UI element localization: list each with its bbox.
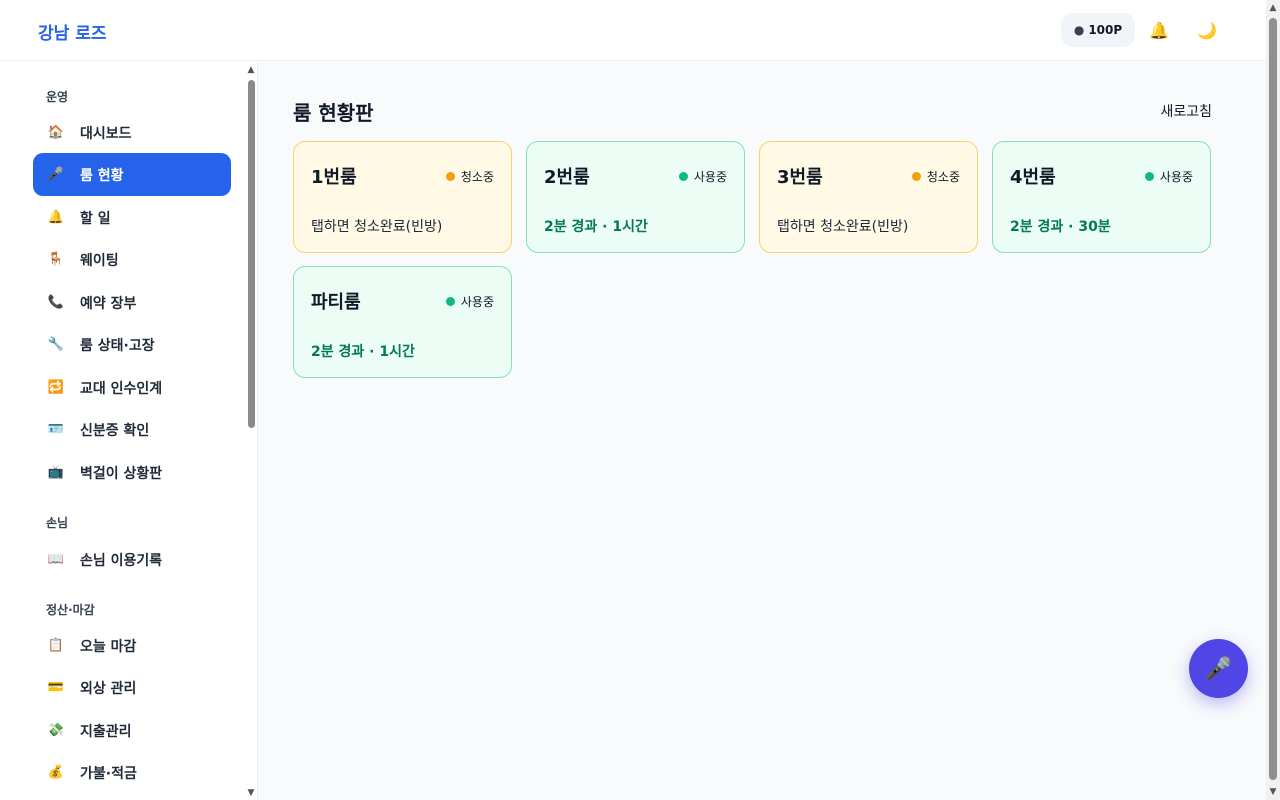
sidebar-scrollbar-thumb[interactable]: [248, 80, 255, 428]
room-name: 파티룸: [311, 292, 361, 313]
points-value: 100P: [1088, 23, 1123, 37]
sidebar-item-advance-savings[interactable]: 💰 가불·적금: [33, 751, 231, 794]
points-badge[interactable]: ● 100P: [1061, 13, 1135, 47]
sidebar-item-label: 룸 현황: [80, 167, 124, 184]
status-badge: 사용중: [445, 293, 494, 310]
sidebar-scroll-down-icon[interactable]: ▼: [246, 788, 256, 798]
sidebar: 운영 🏠 대시보드 🎤 룸 현황 🔔 할 일 🪑 웨이팅 📞 예약 장부 🔧 룸…: [0, 61, 258, 800]
sidebar-item-label: 룸 상태·고장: [80, 337, 155, 354]
status-badge: 청소중: [911, 168, 960, 185]
microphone-icon: 🎤: [47, 167, 65, 182]
sidebar-item-label: 할 일: [80, 210, 111, 227]
room-info: 2분 경과 · 1시간: [544, 219, 648, 235]
window-scrollbar-thumb[interactable]: [1269, 18, 1277, 780]
repeat-icon: 🔁: [47, 380, 65, 395]
status-text: 사용중: [460, 295, 494, 309]
bell-icon: 🔔: [47, 210, 65, 225]
status-dot-icon: [1144, 172, 1154, 181]
status-badge: 사용중: [1144, 168, 1193, 185]
refresh-button[interactable]: 새로고침: [1140, 100, 1212, 122]
sidebar-item-daily-close[interactable]: 📋 오늘 마감: [33, 624, 231, 667]
money-wings-icon: 💸: [47, 723, 65, 738]
brand-title[interactable]: 강남 로즈: [38, 19, 106, 44]
house-icon: 🏠: [47, 125, 65, 140]
window-scroll-up-icon[interactable]: ▲: [1268, 3, 1278, 13]
id-card-icon: 🪪: [47, 422, 65, 437]
room-card-2[interactable]: 2번룸 사용중 2분 경과 · 1시간: [526, 141, 745, 253]
microphone-icon: 🎤: [1204, 655, 1233, 681]
bell-icon[interactable]: 🔔: [1148, 19, 1170, 41]
clipboard-icon: 📋: [47, 638, 65, 653]
money-bag-icon: 💰: [47, 765, 65, 780]
sidebar-item-todo[interactable]: 🔔 할 일: [33, 196, 231, 239]
moon-icon[interactable]: 🌙: [1196, 19, 1218, 41]
status-text: 청소중: [460, 170, 494, 184]
section-label-guests: 손님: [46, 516, 69, 530]
status-dot-icon: [445, 297, 455, 306]
status-badge: 청소중: [445, 168, 494, 185]
room-name: 1번룸: [311, 167, 357, 188]
voice-mic-button[interactable]: 🎤: [1189, 639, 1248, 698]
page-title: 룸 현황판: [293, 101, 374, 125]
sidebar-item-label: 대시보드: [80, 125, 132, 142]
room-card-1[interactable]: 1번룸 청소중 탭하면 청소완료(빈방): [293, 141, 512, 253]
sidebar-item-label: 가불·적금: [80, 765, 137, 782]
room-card-party[interactable]: 파티룸 사용중 2분 경과 · 1시간: [293, 266, 512, 378]
sidebar-item-room-repair[interactable]: 🔧 룸 상태·고장: [33, 323, 231, 366]
status-badge: 사용중: [678, 168, 727, 185]
sidebar-item-shift-handover[interactable]: 🔁 교대 인수인계: [33, 366, 231, 409]
sidebar-item-label: 외상 관리: [80, 680, 137, 697]
sidebar-item-waiting[interactable]: 🪑 웨이팅: [33, 238, 231, 281]
status-dot-icon: [911, 172, 921, 181]
tv-icon: 📺: [47, 465, 65, 480]
window-scroll-down-icon[interactable]: ▼: [1268, 787, 1278, 797]
status-text: 사용중: [1159, 170, 1193, 184]
sidebar-item-expenses[interactable]: 💸 지출관리: [33, 709, 231, 752]
sidebar-item-label: 교대 인수인계: [80, 380, 163, 397]
status-text: 사용중: [693, 170, 727, 184]
status-text: 청소중: [926, 170, 960, 184]
room-name: 4번룸: [1010, 167, 1056, 188]
room-info: 2분 경과 · 30분: [1010, 219, 1111, 235]
sidebar-item-label: 지출관리: [80, 723, 132, 740]
sidebar-item-label: 벽걸이 상황판: [80, 465, 163, 482]
sidebar-item-wall-board[interactable]: 📺 벽걸이 상황판: [33, 451, 231, 494]
room-card-4[interactable]: 4번룸 사용중 2분 경과 · 30분: [992, 141, 1211, 253]
sidebar-item-dashboard[interactable]: 🏠 대시보드: [33, 111, 231, 154]
status-dot-icon: [678, 172, 688, 181]
sidebar-item-label: 오늘 마감: [80, 638, 137, 655]
sidebar-item-label: 웨이팅: [80, 252, 119, 269]
sidebar-item-guest-history[interactable]: 📖 손님 이용기록: [33, 538, 231, 581]
phone-icon: 📞: [47, 295, 65, 310]
room-card-3[interactable]: 3번룸 청소중 탭하면 청소완료(빈방): [759, 141, 978, 253]
room-info: 2분 경과 · 1시간: [311, 344, 415, 360]
room-name: 3번룸: [777, 167, 823, 188]
credit-card-icon: 💳: [47, 680, 65, 695]
sidebar-item-label: 예약 장부: [80, 295, 137, 312]
sidebar-item-id-check[interactable]: 🪪 신분증 확인: [33, 408, 231, 451]
chair-icon: 🪑: [47, 252, 65, 267]
room-info: 탭하면 청소완료(빈방): [777, 219, 909, 235]
robot-face-icon: ●: [1073, 23, 1085, 37]
sidebar-item-reservations[interactable]: 📞 예약 장부: [33, 281, 231, 324]
book-icon: 📖: [47, 552, 65, 567]
section-label-settlement: 정산·마감: [46, 603, 95, 617]
sidebar-item-credit[interactable]: 💳 외상 관리: [33, 666, 231, 709]
room-info: 탭하면 청소완료(빈방): [311, 219, 443, 235]
sidebar-item-label: 손님 이용기록: [80, 552, 163, 569]
section-label-operations: 운영: [46, 90, 69, 104]
wrench-icon: 🔧: [47, 337, 65, 352]
top-header: 강남 로즈 ● 100P 🔔 🌙: [0, 0, 1266, 61]
sidebar-item-label: 신분증 확인: [80, 422, 150, 439]
room-name: 2번룸: [544, 167, 590, 188]
status-dot-icon: [445, 172, 455, 181]
sidebar-scroll-up-icon[interactable]: ▲: [246, 65, 256, 75]
sidebar-item-room-status[interactable]: 🎤 룸 현황: [33, 153, 231, 196]
